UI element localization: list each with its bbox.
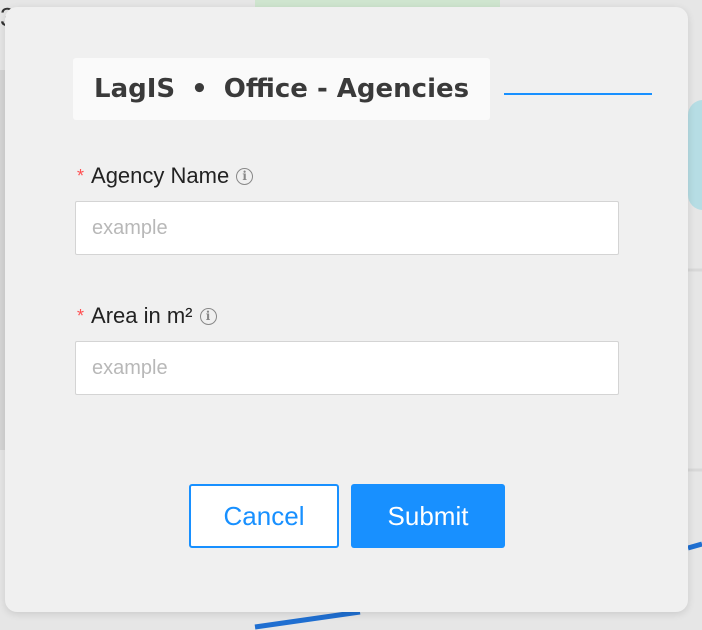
dialog-title-tab[interactable]: LagIS • Office - Agencies (73, 58, 491, 120)
title-separator: • (191, 74, 208, 104)
agency-name-label-text: Agency Name (91, 163, 230, 188)
app-name: LagIS (94, 74, 176, 104)
submit-button[interactable]: Submit (351, 484, 505, 548)
agency-name-input[interactable] (75, 201, 619, 255)
active-tab-underline (504, 93, 652, 95)
section-name: Office - Agencies (223, 74, 470, 104)
required-mark: * (77, 305, 85, 326)
required-mark: * (77, 165, 85, 186)
area-label-text: Area in m² (91, 303, 193, 328)
info-icon[interactable]: i (199, 307, 217, 325)
cancel-button[interactable]: Cancel (189, 484, 339, 548)
agency-name-label: * Agency Name i (77, 163, 254, 189)
info-icon[interactable]: i (236, 167, 254, 185)
area-input[interactable] (75, 341, 619, 395)
area-label: * Area in m² i (77, 303, 217, 329)
agency-form-dialog: LagIS • Office - Agencies * Agency Name … (5, 7, 688, 612)
